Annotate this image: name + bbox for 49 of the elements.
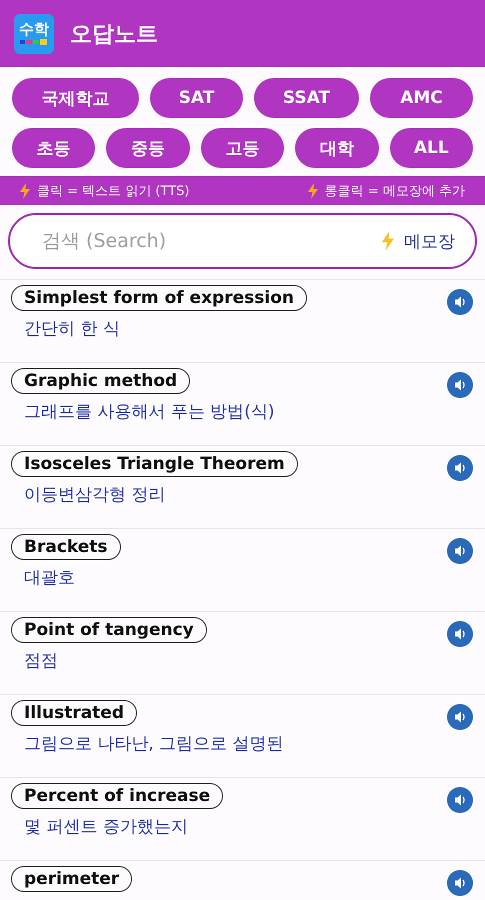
filter-chip[interactable]: 대학 (295, 128, 379, 168)
filter-chip[interactable]: ALL (390, 128, 473, 168)
filter-chip[interactable]: 중등 (106, 128, 190, 168)
word-item[interactable]: perimeter (0, 861, 485, 900)
hint-text: 클릭 = 텍스트 읽기 (TTS) (37, 182, 190, 200)
filter-chip[interactable]: 국제학교 (12, 78, 139, 118)
filter-chip[interactable]: AMC (370, 78, 473, 118)
term-label: perimeter (11, 866, 132, 892)
term-label: Simplest form of expression (11, 285, 307, 311)
meaning-text: 그래프를 사용해서 푸는 방법(식) (23, 401, 274, 423)
word-item[interactable]: Graphic method 그래프를 사용해서 푸는 방법(식) (0, 363, 485, 446)
meaning-text: 점점 (23, 650, 58, 672)
hint-text: 롱클릭 = 메모장에 추가 (324, 182, 465, 200)
speaker-icon[interactable] (447, 538, 473, 564)
term-label: Illustrated (11, 700, 138, 726)
meaning-text: 이등변삼각형 정리 (23, 484, 166, 506)
filter-chip[interactable]: SSAT (254, 78, 359, 118)
term-label: Isosceles Triangle Theorem (11, 451, 298, 477)
meaning-text: 대괄호 (23, 567, 75, 589)
term-label: Brackets (11, 534, 121, 560)
speaker-icon[interactable] (447, 372, 473, 398)
meaning-text: 몇 퍼센트 증가했는지 (23, 816, 188, 838)
app-title: 오답노트 (70, 20, 158, 48)
speaker-icon[interactable] (447, 621, 473, 647)
speaker-icon[interactable] (447, 704, 473, 730)
speaker-icon[interactable] (447, 787, 473, 813)
speaker-icon[interactable] (447, 289, 473, 315)
speaker-icon[interactable] (447, 455, 473, 481)
filter-chip[interactable]: 고등 (200, 128, 284, 168)
term-label: Point of tangency (11, 617, 207, 643)
meaning-text: 간단히 한 식 (23, 318, 120, 340)
word-item[interactable]: Simplest form of expression 간단히 한 식 (0, 280, 485, 363)
memo-button[interactable]: 메모장 (376, 230, 461, 252)
lightning-icon (308, 182, 318, 198)
app-logo-icon: 수학 (14, 14, 54, 54)
term-label: Percent of increase (11, 783, 224, 809)
search-field[interactable]: 검색 (Search) 메모장 (8, 213, 477, 269)
filter-chip[interactable]: 초등 (12, 128, 96, 168)
word-item[interactable]: Brackets 대괄호 (0, 529, 485, 612)
filter-chip[interactable]: SAT (150, 78, 243, 118)
speaker-icon[interactable] (447, 870, 473, 896)
word-item[interactable]: Isosceles Triangle Theorem 이등변삼각형 정리 (0, 446, 485, 529)
word-item[interactable]: Illustrated 그림으로 나타난, 그림으로 설명된 (0, 695, 485, 778)
lightning-icon (382, 231, 394, 251)
word-item[interactable]: Point of tangency 점점 (0, 612, 485, 695)
meaning-text: 그림으로 나타난, 그림으로 설명된 (23, 733, 284, 755)
word-item[interactable]: Percent of increase 몇 퍼센트 증가했는지 (0, 778, 485, 861)
term-label: Graphic method (11, 368, 190, 394)
lightning-icon (20, 182, 30, 198)
